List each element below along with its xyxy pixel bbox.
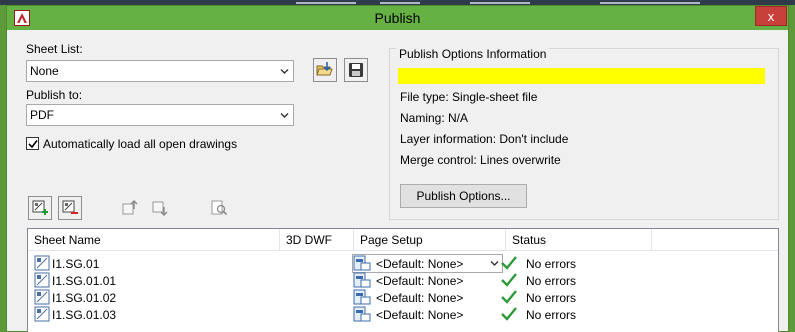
table-row[interactable]: I1.SG.01 <Default: None> No errors [28,254,778,273]
add-sheets-icon [32,200,48,215]
checkmark-icon [28,140,38,149]
move-down-button[interactable] [147,196,171,220]
remove-sheets-icon [62,200,78,214]
auto-load-label[interactable]: Automatically load all open drawings [43,137,237,151]
column-header-status[interactable]: Status [506,229,652,251]
page-setup-icon [353,306,371,322]
options-highlight-bar [398,68,765,84]
publish-to-select[interactable]: PDF [26,104,294,126]
publish-options-button[interactable]: Publish Options... [400,184,527,208]
publish-options-info-title: Publish Options Information [396,47,550,61]
check-icon [501,307,517,321]
sheet-name: I1.SG.01.03 [52,308,117,322]
load-sheet-list-icon [316,62,333,76]
status-text: No errors [526,291,577,305]
table-row[interactable]: I1.SG.01.03 <Default: None> No errors [28,306,778,323]
page-setup-value: <Default: None> [376,308,464,322]
info-file-type: File type: Single-sheet file [400,90,538,104]
sheet-icon [34,255,50,271]
info-naming: Naming: N/A [400,111,469,125]
save-sheet-list-button[interactable] [344,58,368,82]
title-bar[interactable]: Publish x [7,6,788,30]
page-setup-icon [353,289,371,305]
sheet-icon [34,306,50,322]
chevron-down-icon [490,261,499,266]
window-title: Publish [374,10,421,26]
chevron-down-icon [280,69,289,74]
info-merge-control: Merge control: Lines overwrite [400,153,561,167]
save-sheet-list-icon [349,63,363,77]
sheet-name: I1.SG.01 [52,257,100,271]
load-sheet-list-button[interactable] [313,58,337,82]
preview-icon [211,200,228,216]
publish-to-label: Publish to: [26,88,83,102]
close-icon: x [767,9,775,24]
column-header-sheet-name[interactable]: Sheet Name [28,229,280,251]
table-row[interactable]: I1.SG.01.02 <Default: None> No errors [28,289,778,306]
remove-sheets-button[interactable] [58,196,82,220]
sheet-name: I1.SG.01.02 [52,291,117,305]
move-up-button[interactable] [117,196,141,220]
sheet-list-select[interactable]: None [26,60,294,82]
page-setup-value: <Default: None> [376,257,464,271]
sheet-icon [34,289,50,305]
add-sheets-button[interactable] [28,196,52,220]
page-setup-value: <Default: None> [376,291,464,305]
sheet-icon [34,272,50,288]
info-layer: Layer information: Don't include [400,132,569,146]
table-header: Sheet Name 3D DWF Page Setup Status [28,229,778,251]
move-up-icon [122,200,138,215]
column-header-3d-dwf[interactable]: 3D DWF [280,229,354,251]
status-text: No errors [526,257,577,271]
preview-button[interactable] [207,196,231,220]
sheet-table: Sheet Name 3D DWF Page Setup Status I1.S… [27,228,779,332]
column-header-page-setup[interactable]: Page Setup [354,229,506,251]
check-icon [501,273,517,287]
page-setup-icon [353,255,371,271]
page-setup-value: <Default: None> [376,274,464,288]
status-text: No errors [526,274,577,288]
move-down-icon [152,201,168,216]
check-icon [501,256,517,270]
close-button[interactable]: x [755,6,787,26]
table-row[interactable]: I1.SG.01.01 <Default: None> No errors [28,272,778,289]
publish-to-value: PDF [30,108,54,122]
publish-dialog: Publish x Sheet List: None Publish to: P… [6,5,789,332]
sheet-name: I1.SG.01.01 [52,274,117,288]
sheet-list-label: Sheet List: [26,42,83,56]
auto-load-checkbox[interactable] [26,137,39,150]
page-setup-icon [353,272,371,288]
chevron-down-icon [280,113,289,118]
sheet-list-value: None [30,64,59,78]
check-icon [501,290,517,304]
status-text: No errors [526,308,577,322]
